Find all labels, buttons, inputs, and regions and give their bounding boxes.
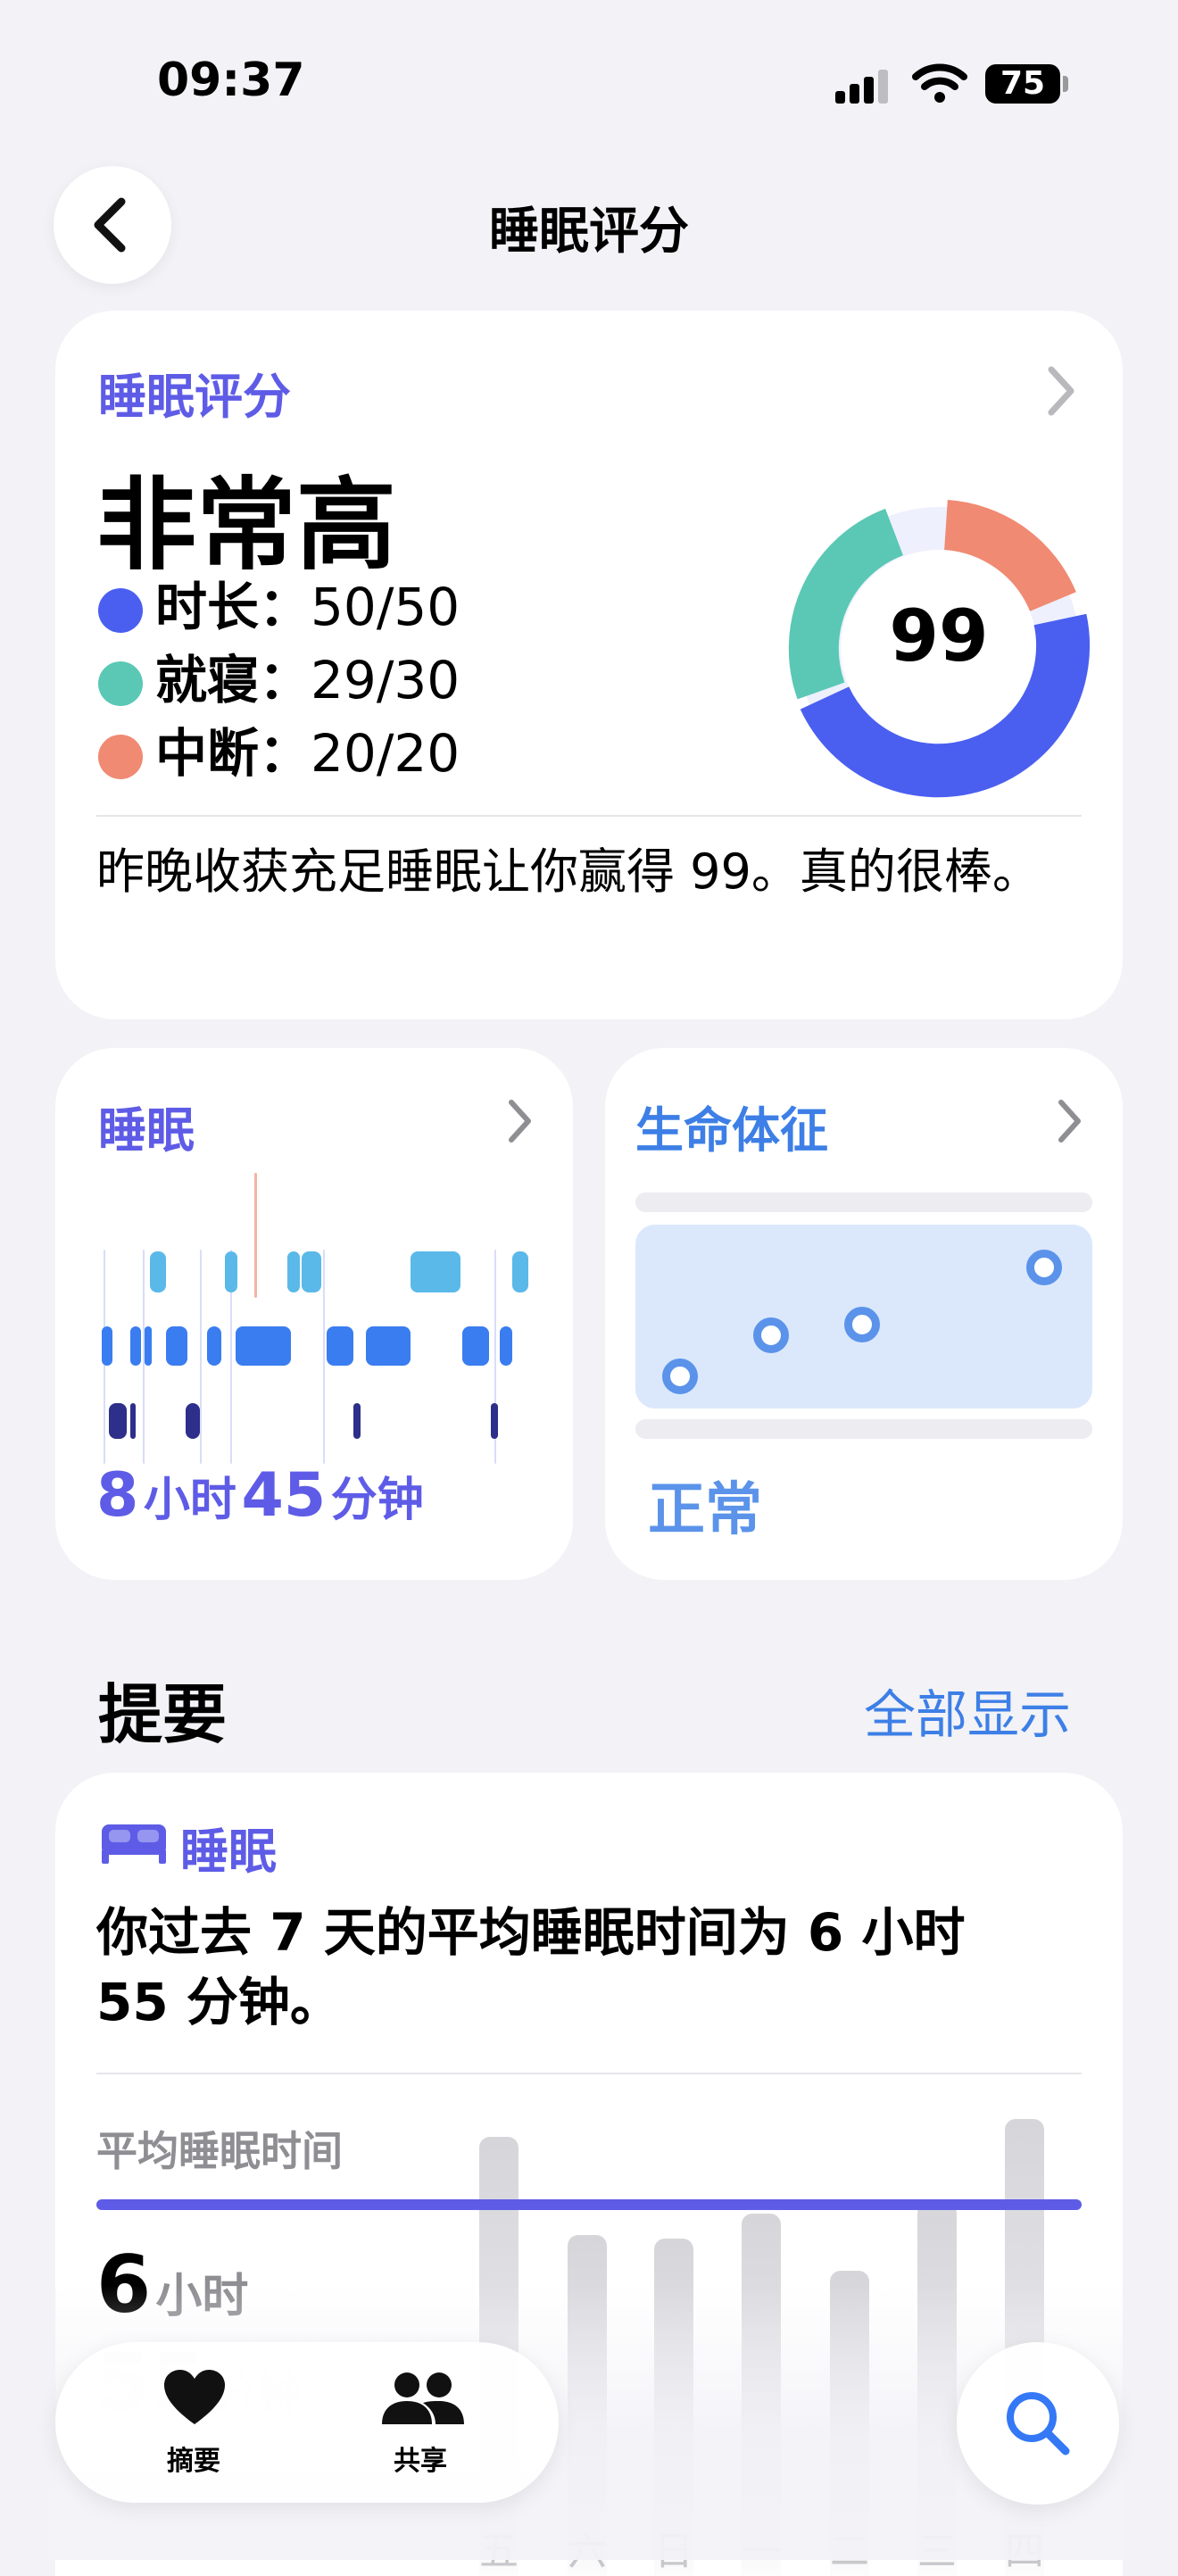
interruptions-dot [98,734,143,779]
tab-summary[interactable]: 摘要 [127,2369,261,2485]
page-title: 睡眠评分 [489,203,689,261]
card-label: 生命体征 [635,1102,828,1159]
highlight-text: 你过去 7 天的平均睡眠时间为 6 小时 55 分钟。 [96,1902,966,2032]
breakdown-interruptions: 中断：20/20 [98,718,460,789]
sleep-card[interactable]: 睡眠 8 小时 45 分钟 [55,1048,573,1580]
chevron-right-icon [1048,366,1074,416]
highlight-category: 睡眠 [180,1824,277,1880]
show-all-link[interactable]: 全部显示 [864,1673,1071,1748]
score-description: 昨晚收获充足睡眠让你赢得 99。真的很棒。 [96,843,1041,900]
divider [96,2073,1082,2074]
tab-sharing-label: 共享 [394,2446,447,2477]
divider [96,815,1082,817]
breakdown-bedtime: 就寝：29/30 [98,644,460,716]
tab-summary-label: 摘要 [167,2446,220,2477]
duration-dot [98,587,143,633]
status-time: 09:37 [157,54,305,107]
sleep-duration: 8 小时 45 分钟 [96,1460,424,1531]
vitals-point [844,1307,880,1342]
vitals-point [662,1359,698,1394]
score-rating: 非常高 [96,468,396,584]
heart-icon [164,2370,225,2424]
avg-label: 平均睡眠时间 [96,2127,343,2175]
card-label: 睡眠评分 [98,369,291,425]
vitals-card[interactable]: 生命体征 正常 [605,1048,1123,1580]
bedtime-dot [98,661,143,706]
search-icon [1007,2392,1070,2456]
wifi-icon [912,62,967,107]
vitals-status: 正常 [648,1477,762,1543]
chevron-right-icon [1058,1100,1081,1143]
vitals-point [1026,1250,1062,1285]
tab-sharing[interactable]: 共享 [353,2369,487,2485]
tab-bar: 摘要 共享 [55,2342,559,2503]
sleep-score-card[interactable]: 睡眠评分 非常高 时长：50/50 就寝：29/30 中断：20/20 99 昨… [55,311,1123,1019]
avg-line [96,2199,1082,2210]
breakdown-duration: 时长：50/50 [98,571,460,643]
bed-icon [100,1819,168,1869]
battery-level: 75 [1000,65,1046,102]
vitals-point [753,1317,789,1353]
highlights-title: 提要 [98,1677,228,1752]
score-value: 99 [889,594,989,677]
cellular-signal-icon [835,68,891,104]
battery-icon: 75 [985,64,1060,104]
status-bar: 09:37 75 [0,0,1178,134]
search-button[interactable] [957,2342,1119,2505]
people-icon [382,2372,464,2424]
